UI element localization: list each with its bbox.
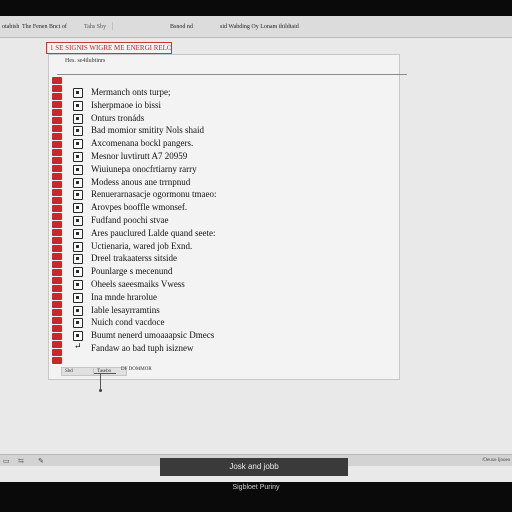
window-title: The Fenen Bnct of xyxy=(22,24,67,30)
app-name: otabish xyxy=(2,24,20,30)
list-item-label: Onturs tronáds xyxy=(91,112,145,123)
list-item[interactable]: Ares pauclured Lalde quand seete: xyxy=(49,228,349,240)
checkbox-icon[interactable] xyxy=(73,267,83,278)
list-item-label: Iable lesayrramtins xyxy=(91,304,160,315)
list-item-label: Dreel trakaaterss sitside xyxy=(91,253,177,264)
checkbox-icon[interactable] xyxy=(73,241,83,252)
list-item-label: Mesnor luvtirutt A7 20959 xyxy=(91,151,188,161)
list-item[interactable]: Bad momior smitity Nols shaid xyxy=(49,125,349,137)
list-item[interactable]: Axcomenana bockl pangers. xyxy=(49,138,349,150)
checkbox-icon[interactable] xyxy=(73,126,83,137)
list-item-label: Buumt nenerd umoaaapsic Dmecs xyxy=(91,330,215,341)
list-item[interactable]: Isherpmaoe io bissi xyxy=(49,100,349,112)
list-item[interactable]: ↵ Fandaw ao bad tuph isiznew xyxy=(49,341,349,355)
list-item-label: Isherpmaoe io bissi xyxy=(91,99,161,110)
checkbox-icon[interactable] xyxy=(73,177,83,188)
checkbox-icon[interactable] xyxy=(73,331,83,342)
checkbox-icon[interactable] xyxy=(73,88,83,98)
checkbox-icon[interactable] xyxy=(73,152,83,162)
list-item-label: Wiuiunepa onocfrtiarny rarry xyxy=(91,163,197,174)
checkbox-icon[interactable] xyxy=(73,100,83,111)
list-item[interactable]: Nuich cond vacdoce xyxy=(49,317,349,329)
checkbox-icon[interactable] xyxy=(73,280,83,290)
footer-left-button[interactable]: Sbd xyxy=(61,367,97,376)
list-item[interactable]: Buumt nenerd umoaaapsic Dmecs xyxy=(49,330,349,342)
list-item-label: Ina mnde hrarolue xyxy=(91,291,157,302)
list-item[interactable]: Fudfand poochi stvae xyxy=(49,215,349,227)
checklist-panel: Hes. se4ilubtinrs Mermanch onts turpe; Is… xyxy=(48,54,407,380)
checkbox-icon[interactable] xyxy=(73,203,83,214)
list-item-label: Oheels saeesmaiks Vwess xyxy=(91,279,185,289)
red-marker xyxy=(52,77,62,84)
list-item-label: Renuerarnasacje ogormonu tmaeo: xyxy=(91,189,217,200)
panel-caption: Hes. se4ilubtinrs xyxy=(65,58,106,64)
topbar-center-label[interactable]: Bsnod nd xyxy=(170,24,193,30)
list-item-label: Mermanch onts turpe; xyxy=(91,87,171,97)
red-marker xyxy=(52,357,62,364)
list-item[interactable]: Ina mnde hrarolue xyxy=(49,292,349,304)
window-icon[interactable]: ▭ xyxy=(3,457,10,465)
list-item-label: Pounlarge s mecenund xyxy=(91,266,173,277)
list-item-label: Fandaw ao bad tuph isiznew xyxy=(91,343,194,353)
list-item[interactable]: Arovpes booffle wmonsef. xyxy=(49,202,349,214)
screen: otabish The Fenen Bnct of Tahs Sby | Bsn… xyxy=(0,16,512,482)
list-item-label: Nuich cond vacdoce xyxy=(91,317,165,328)
list-item[interactable]: Pounlarge s mecenund xyxy=(49,266,349,278)
checkbox-icon[interactable] xyxy=(73,254,83,265)
status-right-text: /Oeuxe ljooeo xyxy=(482,458,511,463)
checkbox-icon[interactable] xyxy=(73,292,83,303)
checkbox-icon[interactable] xyxy=(73,190,83,201)
notification-toast[interactable]: Josk and jobb xyxy=(160,458,348,476)
title-bar: otabish The Fenen Bnct of Tahs Sby | Bsn… xyxy=(0,16,512,38)
cursor-dot xyxy=(99,389,102,392)
swap-icon[interactable]: ⇆ xyxy=(18,457,24,465)
checkbox-icon[interactable] xyxy=(73,113,83,124)
footer-note: DF DOMMOR xyxy=(121,367,152,372)
list-item[interactable]: Wiuiunepa onocfrtiarny rarry xyxy=(49,164,349,176)
arrow-icon: ↵ xyxy=(74,341,82,351)
checkbox-icon[interactable] xyxy=(73,139,83,150)
list-item-label: Uctienaria, wared job Exnd. xyxy=(91,240,193,251)
checkbox-icon[interactable] xyxy=(73,164,83,175)
checkbox-icon[interactable] xyxy=(73,216,83,226)
bottom-caption: Sigbloet Puriny xyxy=(232,484,280,491)
list-item-label: Axcomenana bockl pangers. xyxy=(91,138,194,149)
list-item-label: Arovpes booffle wmonsef. xyxy=(91,202,188,213)
tab-label[interactable]: Tahs Sby xyxy=(84,24,106,30)
checkbox-icon[interactable] xyxy=(73,305,83,316)
list-item-label: Bad momior smitity Nols shaid xyxy=(91,125,205,136)
document-header[interactable]: 1 SE SIGNIS WIGRE ME ENERGI RELOTES xyxy=(46,42,172,54)
list-item[interactable]: Oheels saeesmaiks Vwess xyxy=(49,279,349,291)
checkbox-icon[interactable] xyxy=(73,228,83,239)
pencil-icon[interactable]: ✎ xyxy=(38,457,44,465)
list-item[interactable]: Mermanch onts turpe; xyxy=(49,87,349,99)
list-item[interactable]: Mesnor luvtirutt A7 20959 xyxy=(49,151,349,163)
checkbox-icon[interactable] xyxy=(73,318,83,329)
list-item[interactable]: Renuerarnasacje ogormonu tmaeo: xyxy=(49,189,349,201)
list-item[interactable]: Dreel trakaaterss sitside xyxy=(49,253,349,265)
topbar-right-label[interactable]: sid Wabding Oy Lonam thildtaid xyxy=(220,24,299,30)
tab-separator: | xyxy=(112,21,114,30)
list-item[interactable]: Onturs tronáds xyxy=(49,113,349,125)
list-item-label: Ares pauclured Lalde quand seete: xyxy=(91,227,216,238)
list-item[interactable]: Modess anous ane trrnpnud xyxy=(49,177,349,189)
list-item[interactable]: Uctienaria, wared job Exnd. xyxy=(49,241,349,253)
list-item[interactable]: Iable lesayrramtins xyxy=(49,305,349,317)
list-item-label: Fudfand poochi stvae xyxy=(91,215,169,225)
list-item-label: Modess anous ane trrnpnud xyxy=(91,176,191,187)
divider xyxy=(57,74,407,75)
text-cursor-crossbar xyxy=(94,373,116,374)
